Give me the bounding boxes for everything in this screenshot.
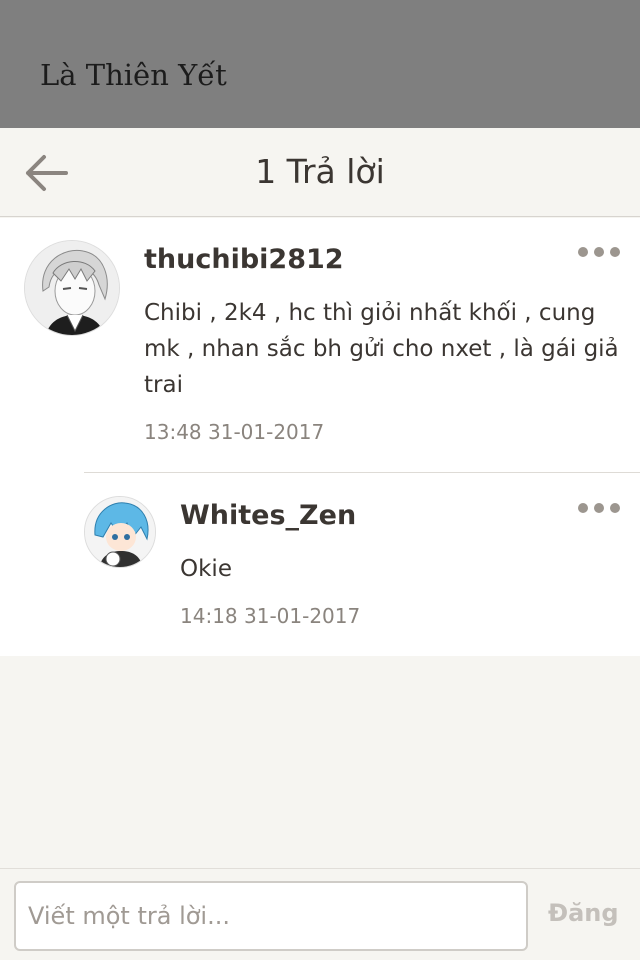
reply-avatar[interactable] (84, 496, 156, 568)
story-header-bar: Là Thiên Yết (0, 0, 640, 128)
more-dots-icon (594, 503, 604, 513)
reply-input[interactable] (14, 881, 528, 951)
reply-text: Okie (180, 556, 232, 582)
comment-thread: thuchibi2812 Chibi , 2k4 , hc thì giỏi n… (0, 218, 640, 656)
more-dots-icon (578, 503, 588, 513)
anime-avatar-icon (85, 497, 155, 567)
reply-author[interactable]: Whites_Zen (180, 500, 356, 531)
reply-composer: Đăng (0, 868, 640, 960)
replies-header: 1 Trả lời (0, 128, 640, 217)
reply-more-button[interactable] (578, 498, 622, 518)
post-button[interactable]: Đăng (548, 899, 619, 927)
more-dots-icon (610, 247, 620, 257)
avatar[interactable] (24, 240, 120, 336)
anime-avatar-icon (25, 241, 119, 335)
story-title: Là Thiên Yết (40, 58, 227, 92)
page-title: 1 Trả lời (255, 152, 385, 191)
comment-timestamp: 13:48 31-01-2017 (144, 420, 325, 444)
more-dots-icon (578, 247, 588, 257)
comment-text: Chibi , 2k4 , hc thì giỏi nhất khối , cu… (144, 300, 619, 398)
more-dots-icon (594, 247, 604, 257)
reply-timestamp: 14:18 31-01-2017 (180, 604, 361, 628)
comment-more-button[interactable] (578, 242, 622, 262)
reply-divider (84, 472, 640, 473)
more-dots-icon (610, 503, 620, 513)
comment-author[interactable]: thuchibi2812 (144, 244, 344, 275)
